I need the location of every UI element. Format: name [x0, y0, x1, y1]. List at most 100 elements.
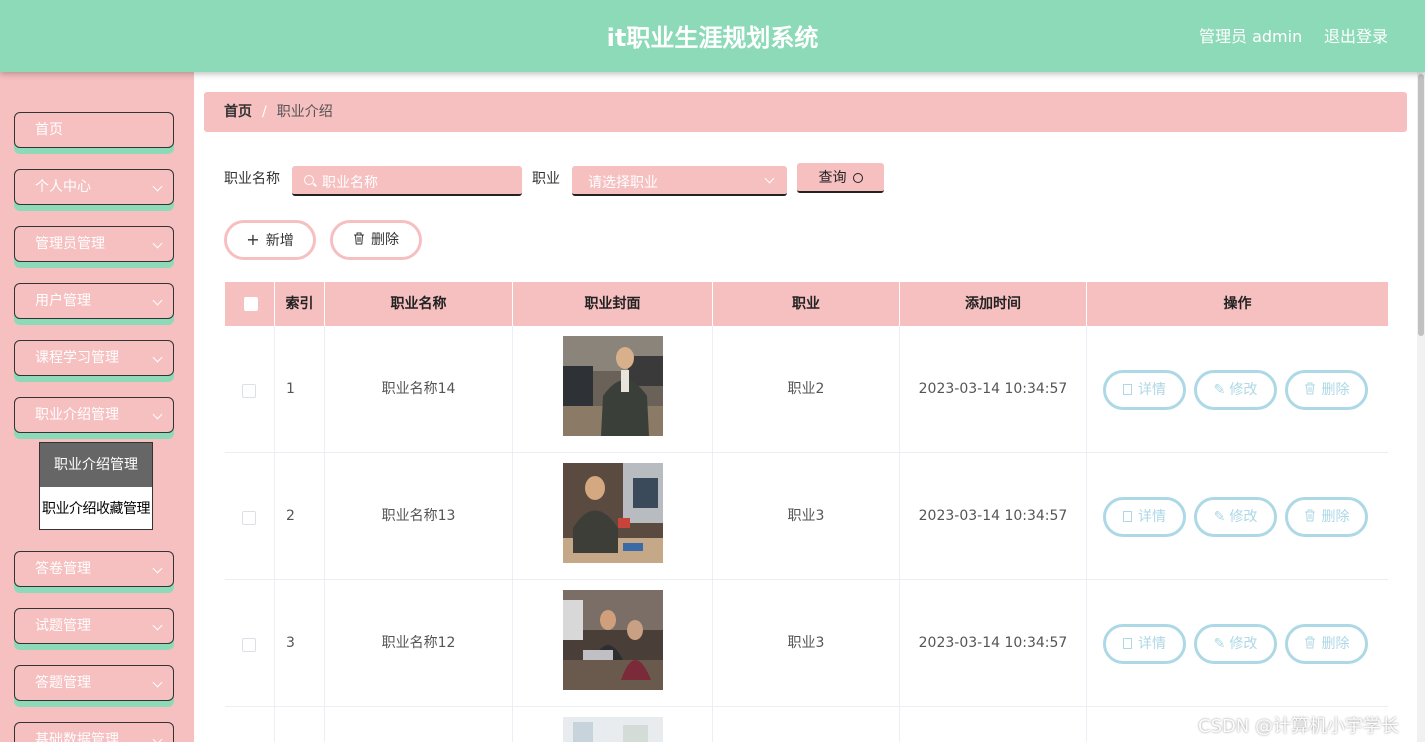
header-job: 职业	[713, 282, 900, 326]
name-search-placeholder: 职业名称	[322, 175, 378, 191]
trash-icon	[1304, 509, 1315, 522]
row-job: 职业3	[713, 580, 900, 707]
sidebar-item-career-intro-management[interactable]: 职业介绍管理	[14, 397, 174, 433]
row-delete-button[interactable]: 删除	[1285, 497, 1368, 537]
table-row: 3 职业名称12 职业3 2023-03-14 10:34:57 详情 ✎ 修改…	[225, 580, 1388, 707]
job-filter-label: 职业	[532, 171, 560, 187]
chevron-down-icon	[152, 563, 163, 574]
select-all-checkbox[interactable]	[244, 297, 258, 311]
job-select-placeholder: 请选择职业	[588, 175, 658, 191]
sidebar-item-label: 答题管理	[35, 675, 91, 691]
row-job: 职业2	[713, 326, 900, 453]
row-index-cell	[275, 707, 325, 742]
career-cover-image	[563, 717, 663, 742]
breadcrumb-home[interactable]: 首页	[224, 104, 252, 120]
row-name: 职业名称13	[325, 453, 513, 580]
row-select-cell	[225, 326, 275, 453]
row-delete-button-label: 删除	[1321, 636, 1350, 652]
row-cover-cell	[513, 326, 713, 453]
detail-button[interactable]: 详情	[1103, 497, 1186, 537]
row-job: 职业3	[713, 453, 900, 580]
submenu-item-career-intro[interactable]: 职业介绍管理	[40, 443, 152, 487]
main-content: 首页 / 职业介绍 职业名称 职业名称 职业 请选择职业 查询 + 新增 删除 索引 …	[194, 72, 1425, 742]
chevron-down-icon	[152, 734, 163, 742]
sidebar-item-question-management[interactable]: 试题管理	[14, 608, 174, 644]
query-button-label: 查询	[818, 170, 847, 186]
current-user: 管理员 admin	[1199, 27, 1303, 46]
detail-button-label: 详情	[1138, 509, 1166, 525]
search-icon	[304, 175, 314, 185]
logout-link[interactable]: 退出登录	[1324, 23, 1388, 47]
add-button[interactable]: + 新增	[224, 220, 316, 260]
row-index: 3	[275, 580, 325, 707]
row-delete-button-label: 删除	[1321, 382, 1350, 398]
edit-button[interactable]: ✎ 修改	[1194, 497, 1277, 537]
sidebar-item-user-management[interactable]: 用户管理	[14, 283, 174, 319]
sidebar-item-answer-sheet-management[interactable]: 答卷管理	[14, 551, 174, 587]
table-row: 1 职业名称14 职业2 2023-03-14 10:34:57 详情 ✎修改	[225, 326, 1388, 453]
row-job-cell	[713, 707, 900, 742]
watermark: CSDN @计算机小宇学长	[1198, 716, 1400, 737]
row-actions-cell: 详情 ✎ 修改 删除	[1087, 453, 1388, 580]
row-actions-cell: 详情 ✎ 修改 删除	[1087, 580, 1388, 707]
sidebar-item-label: 个人中心	[35, 179, 91, 195]
add-button-label: 新增	[265, 233, 294, 249]
detail-button-label: 详情	[1138, 382, 1166, 398]
sidebar-item-admin-management[interactable]: 管理员管理	[14, 226, 174, 262]
row-checkbox[interactable]	[242, 638, 256, 652]
top-header: it职业生涯规划系统 管理员 admin 退出登录	[0, 0, 1425, 72]
row-delete-button[interactable]: 删除	[1285, 370, 1368, 410]
sidebar-item-label: 答卷管理	[35, 561, 91, 577]
plus-icon: +	[246, 230, 260, 249]
row-name-cell	[325, 707, 513, 742]
row-index: 1	[275, 326, 325, 453]
career-cover-image	[563, 590, 663, 690]
edit-button[interactable]: ✎ 修改	[1194, 370, 1277, 410]
row-time: 2023-03-14 10:34:57	[900, 453, 1087, 580]
table-header: 索引 职业名称 职业封面 职业 添加时间 操作	[225, 282, 1388, 326]
submenu-item-career-intro-favorites[interactable]: 职业介绍收藏管理	[40, 487, 152, 531]
table-row: 2 职业名称13 职业3 2023-03-14 10:34:57 详情 ✎修改	[225, 453, 1388, 580]
edit-icon: ✎	[1213, 509, 1226, 525]
row-select-cell	[225, 453, 275, 580]
row-cover-cell	[513, 453, 713, 580]
row-index: 2	[275, 453, 325, 580]
chevron-down-icon	[152, 409, 163, 420]
delete-button-label: 删除	[371, 232, 399, 248]
chevron-down-icon	[152, 677, 163, 688]
search-icon	[852, 173, 863, 183]
sidebar-item-course-management[interactable]: 课程学习管理	[14, 340, 174, 376]
row-checkbox[interactable]	[242, 511, 256, 525]
header-actions: 操作	[1223, 296, 1252, 312]
scrollbar-thumb[interactable]	[1418, 74, 1424, 336]
row-actions-cell: 详情 ✎ 修改 删除	[1087, 326, 1388, 453]
edit-button[interactable]: ✎ 修改	[1194, 624, 1277, 664]
edit-icon: ✎	[1213, 382, 1226, 398]
delete-button[interactable]: 删除	[330, 220, 422, 260]
sidebar-item-label: 基础数据管理	[35, 732, 119, 742]
edit-button-label: 修改	[1229, 509, 1258, 525]
name-search-input[interactable]: 职业名称	[292, 166, 522, 196]
career-cover-image	[563, 336, 663, 436]
job-select[interactable]: 请选择职业	[572, 166, 787, 196]
row-checkbox[interactable]	[242, 384, 256, 398]
sidebar-item-personal-center[interactable]: 个人中心	[14, 169, 174, 205]
sidebar-item-home[interactable]: 首页	[14, 112, 174, 148]
edit-button-label: 修改	[1229, 382, 1258, 398]
page-scrollbar[interactable]	[1417, 72, 1425, 742]
career-cover-image	[563, 463, 663, 563]
document-icon	[1123, 384, 1132, 395]
sidebar-item-label: 用户管理	[35, 293, 91, 309]
detail-button[interactable]: 详情	[1103, 370, 1186, 410]
header-time: 添加时间	[900, 282, 1087, 326]
row-time: 2023-03-14 10:34:57	[900, 326, 1087, 453]
breadcrumb: 首页 / 职业介绍	[204, 92, 1407, 132]
row-delete-button[interactable]: 删除	[1285, 624, 1368, 664]
detail-button[interactable]: 详情	[1103, 624, 1186, 664]
sidebar-item-label: 职业介绍管理	[35, 407, 119, 423]
sidebar-item-base-data-management[interactable]: 基础数据管理	[14, 722, 174, 742]
breadcrumb-separator: /	[262, 104, 267, 120]
query-button[interactable]: 查询	[797, 163, 884, 193]
sidebar-item-answer-management[interactable]: 答题管理	[14, 665, 174, 701]
chevron-down-icon	[764, 173, 775, 184]
